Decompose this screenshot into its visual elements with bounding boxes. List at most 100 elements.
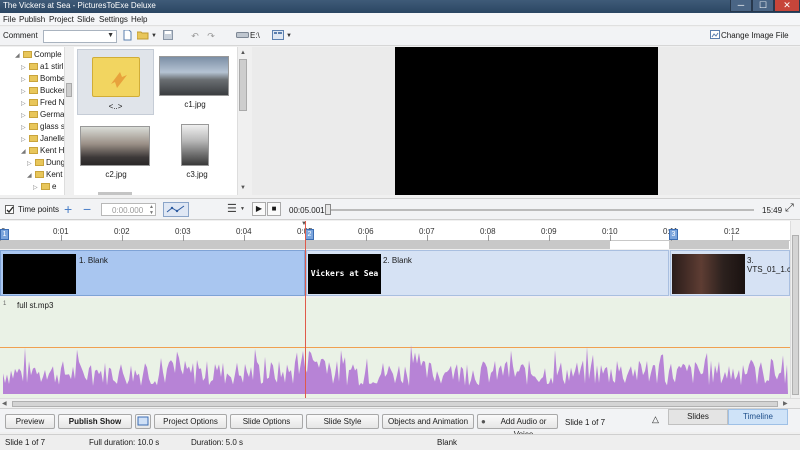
slide-block-2[interactable]: Vickers at Sea 2. Blank (306, 250, 669, 296)
tree-item[interactable]: ▷ Janelle (21, 133, 65, 145)
spinner-icon[interactable]: ▲ ▼ (149, 204, 154, 216)
scroll-right-icon[interactable]: ▶ (783, 400, 788, 407)
waveform-shape (3, 345, 788, 394)
timeline-vscrollbar[interactable] (790, 221, 800, 398)
view-mode-icon[interactable] (272, 30, 284, 42)
toolbar: Comment ▼ ▼ ↶ ↷ E:\ ▼ Change Image File (0, 27, 800, 46)
playback-slider-track[interactable] (326, 209, 754, 211)
drive-label[interactable]: E:\ (250, 31, 260, 40)
remove-point-icon[interactable]: − (83, 201, 91, 217)
time-points-checkbox[interactable] (5, 205, 14, 214)
menu-help[interactable]: Help (131, 15, 147, 24)
tree-item[interactable]: ▷ Bucker (21, 85, 65, 97)
tree-item[interactable]: ▷ e (33, 181, 56, 193)
tree-item[interactable]: ▷ Dung (27, 157, 65, 169)
status-duration: Duration: 5.0 s (191, 438, 244, 447)
timeline-hscrollbar[interactable]: ◀ ▶ (0, 398, 800, 408)
objects-animation-button[interactable]: Objects and Animation (382, 414, 474, 429)
screen-toggle-button[interactable] (135, 414, 151, 429)
playhead-marker-icon[interactable]: ▼ (301, 221, 307, 227)
slide-marker-1[interactable]: 1 (0, 229, 9, 240)
time-input-value: 0:00.000 (112, 206, 144, 215)
slide-preview[interactable] (395, 47, 658, 195)
tree-item[interactable]: ◢ Kent H (21, 145, 64, 157)
expand-icon[interactable]: ▷ (33, 182, 41, 194)
folder-icon (29, 123, 38, 130)
range-bar[interactable] (669, 241, 789, 249)
title-bar: The Vickers at Sea - PicturesToExe Delux… (0, 0, 800, 13)
time-input[interactable]: 0:00.000 ▲ ▼ (101, 203, 156, 216)
add-point-icon[interactable]: + (64, 201, 72, 217)
open-dropdown-icon[interactable]: ▼ (151, 30, 157, 42)
tree-item[interactable]: ▷ Bombe (21, 73, 65, 85)
menu-dropdown-icon[interactable]: ▼ (240, 206, 245, 212)
slide-block-3[interactable]: 3. VTS_01_1.c (670, 250, 791, 296)
close-button[interactable]: ✕ (774, 0, 800, 12)
scroll-left-icon[interactable]: ◀ (2, 400, 7, 407)
tree-item[interactable]: ▷ Germa (21, 109, 64, 121)
maximize-button[interactable]: ☐ (752, 0, 774, 12)
audio-track[interactable]: 1 full st.mp3 (0, 298, 790, 398)
project-options-button[interactable]: Project Options (154, 414, 227, 429)
timeline-ruler[interactable]: 0 0:01 0:02 0:03 0:04 0:05 0:06 0:07 0:0… (0, 221, 800, 241)
preview-button[interactable]: Preview (5, 414, 55, 429)
slide-marker-2[interactable]: 2 (305, 229, 314, 240)
open-folder-icon[interactable] (136, 30, 149, 42)
folder-icon (29, 147, 38, 154)
scroll-thumb[interactable] (239, 59, 247, 111)
spline-toggle[interactable] (163, 202, 189, 217)
collapse-icon[interactable]: △ (652, 414, 659, 425)
menu-publish[interactable]: Publish (19, 15, 45, 24)
tree-item[interactable]: ▷ Fred N (21, 97, 64, 109)
change-image-file-button[interactable]: Change Image File (721, 31, 789, 40)
tree-item[interactable]: ◢ Comple (15, 49, 62, 61)
tree-item[interactable]: ▷ a1 stirl (21, 61, 64, 73)
thumbnail-c2[interactable]: c2.jpg (80, 126, 152, 186)
thumbnail-label: c3.jpg (186, 170, 208, 179)
tree-item[interactable]: ▷ glass s (21, 121, 65, 133)
tree-scrollbar[interactable] (64, 47, 73, 195)
menu-file[interactable]: File (3, 15, 16, 24)
thumbnail-c1[interactable]: c1.jpg (159, 56, 231, 116)
scroll-thumb[interactable] (792, 235, 799, 395)
menu-settings[interactable]: Settings (99, 15, 128, 24)
minimize-button[interactable]: ─ (730, 0, 752, 12)
save-icon[interactable] (162, 30, 173, 42)
play-button[interactable]: ▶ (252, 202, 266, 216)
thumbnail-label: c1.jpg (184, 100, 206, 109)
new-file-icon[interactable] (122, 29, 132, 42)
menu-lines-icon[interactable]: ☰ (227, 202, 237, 215)
folder-up-icon (92, 57, 140, 97)
stop-button[interactable]: ■ (267, 202, 281, 216)
tree-item[interactable]: ◢ Kent (27, 169, 62, 181)
thumbnail-folder-up[interactable]: <..> (77, 49, 154, 115)
scroll-down-icon[interactable]: ▼ (240, 185, 246, 191)
playback-slider-thumb[interactable] (325, 204, 331, 215)
redo-icon[interactable]: ↷ (206, 30, 216, 42)
current-time: 00:05.001 (289, 206, 325, 215)
undo-icon[interactable]: ↶ (190, 30, 200, 42)
publish-show-button[interactable]: Publish Show (58, 414, 132, 429)
folder-icon (29, 135, 38, 142)
tab-slides[interactable]: Slides (668, 409, 728, 425)
slide-options-button[interactable]: Slide Options (230, 414, 303, 429)
add-audio-button[interactable]: ● Add Audio or Voice (477, 414, 558, 439)
thumbnail-c3[interactable]: c3.jpg (177, 124, 217, 186)
menu-slide[interactable]: Slide (77, 15, 95, 24)
thumbnail-label: c2.jpg (105, 170, 127, 179)
tab-timeline[interactable]: Timeline (728, 409, 788, 425)
thumbnail-scrollbar[interactable]: ▲ ▼ (237, 47, 248, 195)
comment-combo[interactable]: ▼ (43, 30, 117, 43)
change-image-icon[interactable] (709, 30, 720, 42)
drive-icon[interactable] (235, 30, 249, 42)
slide-block-1[interactable]: 1. Blank (0, 250, 305, 296)
slide-style-button[interactable]: Slide Style (306, 414, 379, 429)
scroll-thumb[interactable] (66, 83, 72, 97)
fullscreen-icon[interactable]: ⤢ (785, 202, 794, 215)
playhead-line[interactable] (305, 221, 306, 398)
menu-project[interactable]: Project (49, 15, 74, 24)
scroll-up-icon[interactable]: ▲ (240, 50, 246, 56)
view-dropdown-icon[interactable]: ▼ (286, 30, 292, 42)
slide-marker-3[interactable]: 3 (669, 229, 678, 240)
scroll-thumb[interactable] (12, 401, 778, 407)
